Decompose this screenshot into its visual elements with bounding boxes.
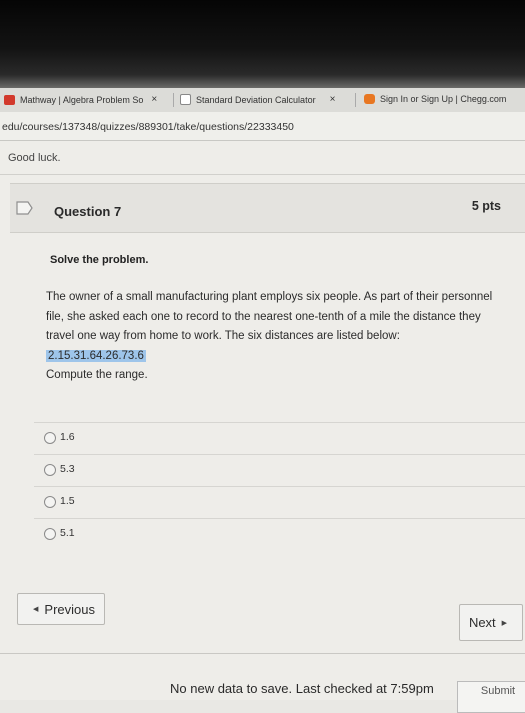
radio-button[interactable] xyxy=(44,432,56,444)
tab-chegg[interactable]: Sign In or Sign Up | Chegg.com xyxy=(364,94,506,104)
quiz-message: Good luck. xyxy=(8,152,61,164)
submit-quiz-button[interactable]: Submit xyxy=(457,681,525,713)
calculator-icon xyxy=(180,94,191,105)
tab-standard-deviation[interactable]: Standard Deviation Calculator × xyxy=(180,94,335,105)
chegg-icon xyxy=(364,94,375,104)
url-text[interactable]: edu/courses/137348/quizzes/889301/take/q… xyxy=(2,121,294,133)
tab-mathway-label: Mathway | Algebra Problem So xyxy=(20,94,144,105)
answer-option[interactable]: 5.1 xyxy=(34,518,525,550)
screen-bezel xyxy=(0,0,525,88)
address-bar[interactable]: edu/courses/137348/quizzes/889301/take/q… xyxy=(0,112,525,141)
question-header: Question 7 5 pts xyxy=(10,183,525,233)
question-text: The owner of a small manufacturing plant… xyxy=(46,288,506,386)
tab-mathway[interactable]: Mathway | Algebra Problem So × xyxy=(4,94,157,105)
answer-label: 1.5 xyxy=(60,495,75,507)
previous-label: Previous xyxy=(44,601,95,617)
tab-divider xyxy=(173,93,174,107)
tab-standard-deviation-label: Standard Deviation Calculator xyxy=(196,94,316,105)
next-label: Next xyxy=(468,615,496,630)
question-prompt: Compute the range. xyxy=(46,369,148,381)
autosave-status: No new data to save. Last checked at 7:5… xyxy=(170,681,434,696)
chevron-right-icon: ▶ xyxy=(501,619,508,627)
quiz-page: Good luck. Question 7 5 pts Solve the pr… xyxy=(0,141,525,713)
radio-button[interactable] xyxy=(44,528,56,540)
tab-divider xyxy=(355,93,356,107)
answer-option[interactable]: 1.5 xyxy=(34,486,525,518)
flag-question-icon[interactable] xyxy=(16,201,34,215)
question-title: Question 7 xyxy=(54,204,122,219)
question-points: 5 pts xyxy=(471,199,501,213)
tab-chegg-label: Sign In or Sign Up | Chegg.com xyxy=(380,94,507,104)
answer-option[interactable]: 1.6 xyxy=(34,422,525,454)
browser-tab-bar: Mathway | Algebra Problem So × Standard … xyxy=(0,88,525,113)
question-body: Solve the problem. The owner of a small … xyxy=(34,232,525,632)
question-data-values: 2.15.31.64.26.73.6 xyxy=(46,349,146,362)
radio-button[interactable] xyxy=(44,496,56,508)
close-icon[interactable]: × xyxy=(330,94,336,105)
answer-list: 1.6 5.3 1.5 5.1 xyxy=(34,422,525,550)
radio-button[interactable] xyxy=(44,464,56,476)
answer-label: 5.3 xyxy=(60,463,75,475)
divider xyxy=(0,174,525,175)
previous-button[interactable]: ◀ Previous xyxy=(17,593,105,625)
question-instruction: Solve the problem. xyxy=(50,254,149,266)
answer-label: 1.6 xyxy=(60,431,75,443)
question-paragraph: The owner of a small manufacturing plant… xyxy=(46,291,493,342)
divider xyxy=(0,653,525,654)
next-button[interactable]: Next ▶ xyxy=(459,604,523,641)
chevron-left-icon: ◀ xyxy=(33,606,39,613)
close-icon[interactable]: × xyxy=(151,94,157,105)
answer-option[interactable]: 5.3 xyxy=(34,454,525,486)
answer-label: 5.1 xyxy=(60,527,75,539)
mathway-icon xyxy=(4,94,15,105)
